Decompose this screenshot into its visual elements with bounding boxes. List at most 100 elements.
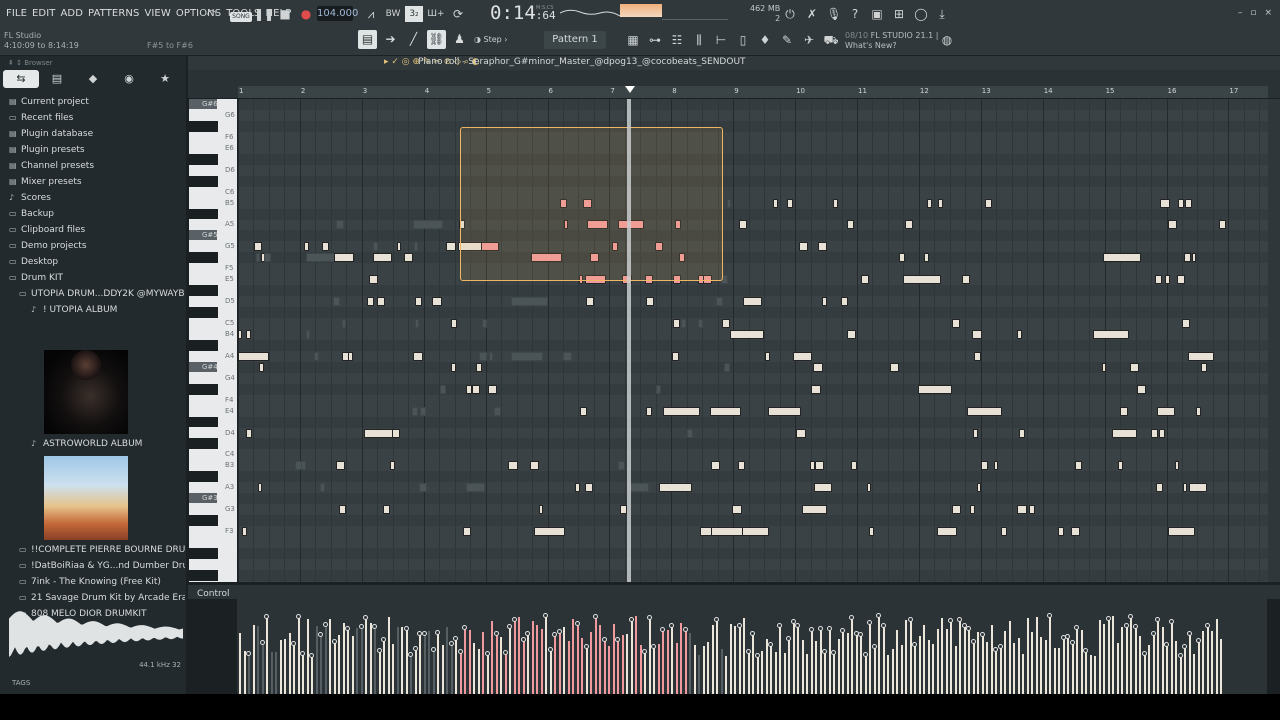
note[interactable]: [471, 384, 480, 394]
note[interactable]: [1130, 362, 1139, 372]
velocity-bar[interactable]: [810, 630, 813, 694]
note[interactable]: [927, 198, 932, 208]
velocity-bar[interactable]: [873, 647, 876, 694]
note[interactable]: [264, 253, 271, 263]
velocity-handle[interactable]: [786, 635, 791, 641]
velocity-bar[interactable]: [518, 616, 520, 694]
note[interactable]: [898, 253, 906, 263]
note[interactable]: [851, 461, 857, 471]
note[interactable]: [414, 297, 422, 307]
note[interactable]: [332, 297, 341, 307]
velocity-bar[interactable]: [1031, 632, 1033, 694]
velocity-bar[interactable]: [248, 653, 250, 694]
note[interactable]: [905, 220, 914, 230]
velocity-bar[interactable]: [923, 624, 925, 694]
note[interactable]: [813, 483, 833, 493]
note[interactable]: [413, 242, 419, 252]
velocity-bar[interactable]: [428, 631, 430, 694]
note[interactable]: [917, 384, 952, 394]
velocity-bar[interactable]: [954, 645, 957, 694]
note[interactable]: [976, 483, 981, 493]
velocity-bar[interactable]: [1094, 655, 1096, 694]
velocity-bar[interactable]: [1197, 641, 1200, 694]
velocity-bar[interactable]: [1220, 638, 1222, 694]
browser-item[interactable]: ▭ UTOPIA DRUM...DDY2K @MYWAYBEATZ: [9, 286, 185, 302]
note[interactable]: [1189, 483, 1208, 493]
velocity-bar[interactable]: [639, 645, 642, 694]
velocity-bar[interactable]: [819, 628, 822, 694]
velocity-handle[interactable]: [345, 626, 350, 632]
velocity-bar[interactable]: [320, 635, 322, 694]
velocity-handle[interactable]: [669, 623, 674, 629]
control-label[interactable]: Control: [197, 589, 230, 599]
velocity-bar[interactable]: [783, 653, 786, 694]
velocity-bar[interactable]: [482, 631, 484, 694]
velocity-handle[interactable]: [831, 649, 836, 655]
velocity-bar[interactable]: [968, 628, 970, 694]
velocity-handle[interactable]: [822, 649, 827, 655]
menu-add[interactable]: ADD: [60, 8, 83, 19]
velocity-bar[interactable]: [536, 624, 538, 694]
note[interactable]: [1187, 351, 1214, 361]
news-panel[interactable]: 08/10 FL STUDIO 21.1 | What's New?: [845, 31, 938, 51]
velocity-bar[interactable]: [900, 645, 903, 694]
velocity-handle[interactable]: [912, 641, 917, 647]
note[interactable]: [419, 483, 427, 493]
plugin-icon[interactable]: ♦: [756, 32, 774, 48]
note[interactable]: [972, 329, 982, 339]
velocity-bar[interactable]: [509, 626, 511, 694]
note[interactable]: [811, 384, 821, 394]
velocity-bar[interactable]: [981, 634, 984, 694]
note[interactable]: [938, 198, 943, 208]
browser-item[interactable]: ▭ Backup: [9, 206, 185, 222]
note[interactable]: [508, 461, 519, 471]
note[interactable]: [476, 362, 482, 372]
velocity-bar[interactable]: [914, 644, 916, 694]
velocity-bar[interactable]: [1193, 654, 1195, 694]
velocity-handle[interactable]: [642, 648, 647, 654]
velocity-bar[interactable]: [491, 620, 493, 694]
velocity-bar[interactable]: [275, 652, 277, 694]
note[interactable]: [1201, 362, 1208, 372]
velocity-bar[interactable]: [990, 624, 993, 694]
velocity-handle[interactable]: [1182, 643, 1187, 649]
note[interactable]: [339, 505, 346, 515]
note[interactable]: [465, 384, 472, 394]
black-key[interactable]: [189, 120, 218, 132]
velocity-handle[interactable]: [1074, 625, 1079, 631]
pause-button[interactable]: ❚❚: [254, 6, 274, 22]
browser-item[interactable]: ▤ Plugin presets: [9, 142, 185, 158]
browser-item[interactable]: ▭ Drum KIT: [9, 270, 185, 286]
velocity-bar[interactable]: [315, 626, 318, 694]
velocity-bar[interactable]: [1013, 643, 1015, 694]
velocity-bar[interactable]: [801, 639, 804, 694]
velocity-handle[interactable]: [795, 622, 800, 628]
note[interactable]: [451, 319, 457, 328]
velocity-handle[interactable]: [880, 623, 886, 629]
velocity-bar[interactable]: [1148, 644, 1150, 694]
velocity-bar[interactable]: [293, 644, 295, 694]
velocity-bar[interactable]: [806, 654, 808, 694]
note[interactable]: [970, 505, 975, 515]
velocity-bar[interactable]: [743, 617, 745, 694]
velocity-bar[interactable]: [455, 638, 457, 694]
microphone-icon[interactable]: 🎙: [825, 6, 843, 22]
note[interactable]: [738, 461, 746, 471]
velocity-bar[interactable]: [918, 636, 921, 694]
velocity-bar[interactable]: [365, 618, 367, 694]
note[interactable]: [1154, 275, 1162, 285]
velocity-handle[interactable]: [840, 628, 845, 634]
velocity-handle[interactable]: [871, 644, 877, 650]
velocity-handle[interactable]: [583, 643, 589, 649]
note[interactable]: [579, 406, 588, 416]
pattern-song-toggle-icon[interactable]: ◠: [203, 6, 221, 22]
note[interactable]: [742, 527, 770, 537]
velocity-bar[interactable]: [1211, 630, 1213, 694]
browser-item[interactable]: ♪ Scores: [9, 190, 185, 206]
note[interactable]: [1136, 384, 1146, 394]
velocity-bar[interactable]: [1067, 636, 1069, 694]
note[interactable]: [1177, 275, 1186, 285]
cart-icon[interactable]: ⛟: [822, 32, 840, 48]
velocity-bar[interactable]: [977, 632, 979, 694]
note[interactable]: [832, 198, 838, 208]
